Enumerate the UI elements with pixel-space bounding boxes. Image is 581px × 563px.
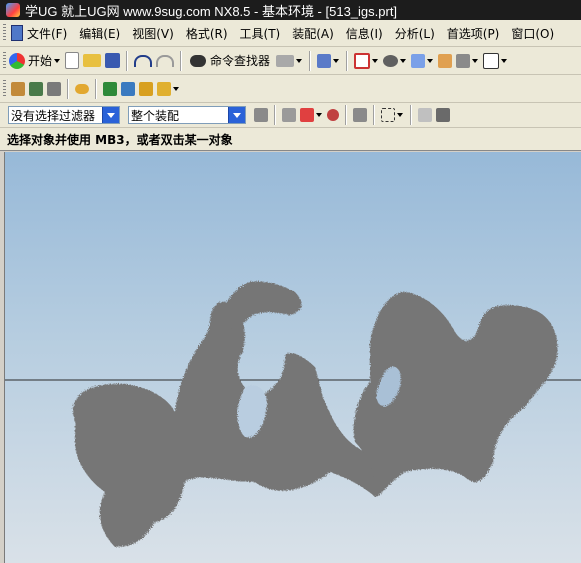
save-icon[interactable] (105, 53, 121, 68)
component-move-icon[interactable] (139, 81, 153, 96)
command-finder-label: 命令查找器 (210, 54, 271, 68)
toolbar-grip[interactable] (3, 51, 6, 70)
layer-icon[interactable] (456, 53, 471, 68)
filter-reset-icon[interactable] (254, 108, 268, 122)
toolbar-separator (95, 78, 97, 99)
point-icon[interactable] (327, 109, 339, 121)
scope-dropdown-icon[interactable] (228, 107, 245, 123)
background-dropdown-icon[interactable] (501, 58, 508, 63)
database-icon[interactable] (47, 81, 61, 96)
toolbar-separator (126, 50, 129, 71)
sketch-icon[interactable] (11, 81, 25, 96)
assembly-nav-icon[interactable] (157, 81, 171, 96)
touch-mode-icon[interactable] (276, 54, 295, 67)
component-add-icon[interactable] (103, 81, 117, 96)
start-label: 开始 (28, 54, 53, 68)
toolbar-separator (180, 50, 183, 71)
type-filter-select[interactable]: 没有选择过滤器 (8, 106, 120, 124)
link-icon[interactable] (75, 83, 89, 94)
menu-information[interactable]: 信息(I) (340, 22, 389, 44)
binoculars-icon (190, 54, 207, 67)
edit-section-icon[interactable] (438, 53, 453, 68)
menu-analysis[interactable]: 分析(L) (389, 22, 441, 44)
rect-select-icon[interactable] (381, 108, 395, 122)
toolbar-separator (346, 50, 349, 71)
toolbar-separator (373, 105, 375, 125)
touch-mode-dropdown-icon[interactable] (296, 58, 303, 63)
snap-point-icon[interactable] (282, 108, 296, 122)
snap-dropdown-icon[interactable] (316, 113, 322, 117)
window-title: 学UG 就上UG网 www.9sug.com NX8.5 - 基本环境 - [5… (25, 3, 398, 19)
type-filter-value: 没有选择过滤器 (11, 108, 96, 123)
new-file-icon[interactable] (65, 52, 80, 69)
show-face-icon[interactable] (418, 108, 432, 122)
scope-value: 整个装配 (131, 108, 180, 123)
title-bar: 学UG 就上UG网 www.9sug.com NX8.5 - 基本环境 - [5… (0, 0, 581, 20)
toolbar-separator (67, 78, 69, 99)
start-dropdown-icon[interactable] (54, 58, 61, 63)
graphics-window[interactable] (4, 152, 581, 563)
start-button[interactable]: 开始 (9, 52, 52, 69)
toolbar-grip[interactable] (3, 79, 6, 98)
selection-bar: 没有选择过滤器 整个装配 (0, 103, 581, 128)
render-style-icon[interactable] (383, 54, 399, 67)
toolbar-separator (309, 50, 312, 71)
view-orient-icon[interactable] (411, 53, 426, 68)
type-filter-dropdown-icon[interactable] (102, 107, 119, 123)
model-top-arm (217, 281, 302, 329)
component-constraint-icon[interactable] (121, 81, 135, 96)
render-style-dropdown-icon[interactable] (400, 58, 407, 63)
model-canvas[interactable] (5, 152, 581, 563)
layers-stack-icon[interactable] (29, 81, 43, 96)
menubar-grip[interactable] (3, 24, 6, 42)
menu-format[interactable]: 格式(R) (180, 22, 234, 44)
toolbar-separator (274, 105, 276, 125)
select-cursor-icon[interactable] (317, 53, 332, 68)
toolbar-separator (345, 105, 347, 125)
redo-icon[interactable] (156, 54, 175, 67)
undo-icon[interactable] (134, 54, 153, 67)
rect-select-dropdown-icon[interactable] (397, 113, 403, 117)
cue-text: 选择对象并使用 MB3，或者双击某一对象 (7, 132, 233, 147)
move-view-icon[interactable] (353, 108, 367, 122)
file-book-icon (11, 25, 23, 41)
show-body-icon[interactable] (436, 108, 450, 122)
menu-preferences[interactable]: 首选项(P) (441, 22, 506, 44)
scope-select[interactable]: 整个装配 (128, 106, 246, 124)
background-icon[interactable] (483, 52, 500, 69)
menu-edit[interactable]: 编辑(E) (73, 22, 126, 44)
menu-bar: 文件(F) 编辑(E) 视图(V) 格式(R) 工具(T) 装配(A) 信息(I… (0, 20, 581, 47)
view-orient-dropdown-icon[interactable] (427, 58, 434, 63)
open-folder-icon[interactable] (83, 54, 102, 67)
model-left-lobe (73, 301, 377, 547)
view-toolbar (0, 75, 581, 103)
mesh-model[interactable] (73, 281, 558, 547)
menu-window[interactable]: 窗口(O) (505, 22, 560, 44)
select-dropdown-icon[interactable] (333, 58, 340, 63)
standard-toolbar: 开始 命令查找器 (0, 47, 581, 75)
start-icon (9, 52, 25, 69)
menu-assemblies[interactable]: 装配(A) (286, 22, 340, 44)
layout-icon[interactable] (354, 52, 371, 69)
snap-enable-icon[interactable] (300, 108, 314, 122)
menu-view[interactable]: 视图(V) (126, 22, 180, 44)
cue-line: 选择对象并使用 MB3，或者双击某一对象 (0, 128, 581, 151)
toolbar-separator (410, 105, 412, 125)
layout-dropdown-icon[interactable] (372, 58, 379, 63)
nx-app-icon[interactable] (6, 3, 20, 17)
command-finder-button[interactable]: 命令查找器 (190, 52, 270, 69)
layer-dropdown-icon[interactable] (472, 58, 479, 63)
assembly-dropdown-icon[interactable] (173, 86, 179, 91)
menu-tools[interactable]: 工具(T) (234, 22, 287, 44)
menu-file-label: 文件(F) (27, 26, 68, 41)
menu-file[interactable]: 文件(F) (9, 22, 73, 44)
